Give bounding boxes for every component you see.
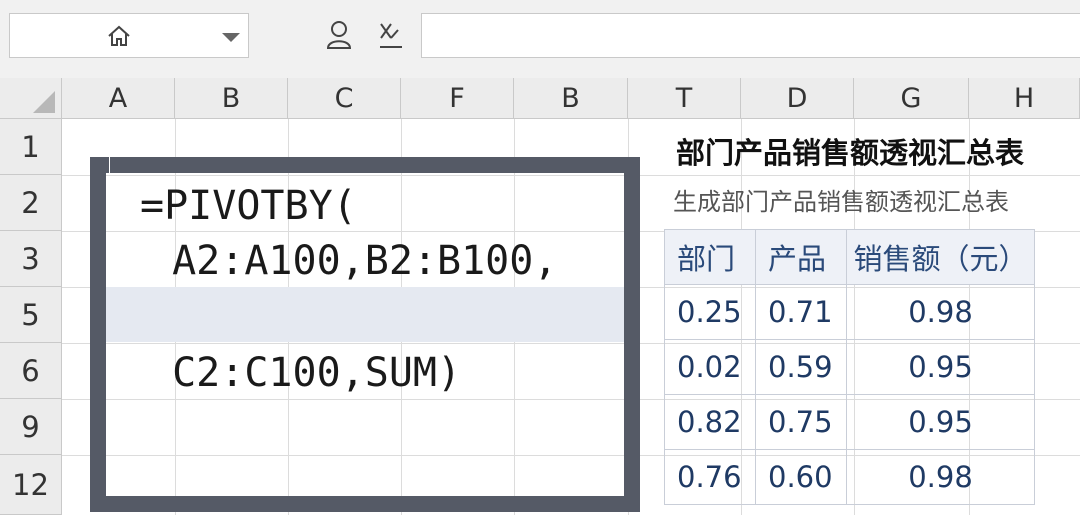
table-row: 0.82 0.75 0.95 xyxy=(664,394,1035,450)
row-header[interactable]: 5 xyxy=(0,287,62,343)
pivot-title: 部门产品销售额透视汇总表 xyxy=(676,136,1025,170)
cell[interactable]: 0.98 xyxy=(846,449,1035,505)
pivot-subtitle: 生成部门产品销售额透视汇总表 xyxy=(673,188,1009,216)
pivot-table: 部门 产品 销售额（元） 0.25 0.71 0.98 0.02 0.59 0.… xyxy=(664,229,1035,505)
row-header[interactable]: 12 xyxy=(0,455,62,515)
cell[interactable]: 0.25 xyxy=(664,284,756,340)
x-icon[interactable] xyxy=(376,20,406,50)
cell[interactable]: 0.60 xyxy=(755,449,847,505)
row-header[interactable]: 6 xyxy=(0,343,62,399)
column-header[interactable]: T xyxy=(628,78,741,119)
header-product: 产品 xyxy=(755,229,847,285)
column-header[interactable]: F xyxy=(401,78,514,119)
header-department: 部门 xyxy=(664,229,756,285)
select-all-triangle xyxy=(33,91,55,113)
column-header[interactable]: C xyxy=(288,78,401,119)
name-box[interactable] xyxy=(9,13,249,58)
cell[interactable]: 0.76 xyxy=(664,449,756,505)
formula-line-2: A2:A100,B2:B100, xyxy=(148,238,558,284)
row-header[interactable]: 2 xyxy=(0,175,62,231)
table-header-row: 部门 产品 销售额（元） xyxy=(664,229,1035,285)
user-icon[interactable] xyxy=(326,20,352,50)
cell[interactable]: 0.02 xyxy=(664,339,756,395)
cell[interactable]: 0.82 xyxy=(664,394,756,450)
column-header[interactable]: A xyxy=(62,78,175,119)
row-header[interactable]: 9 xyxy=(0,399,62,455)
cell[interactable]: 0.95 xyxy=(846,339,1035,395)
cell[interactable]: 0.59 xyxy=(755,339,847,395)
table-row: 0.76 0.60 0.98 xyxy=(664,449,1035,505)
chevron-down-icon[interactable] xyxy=(220,30,242,44)
select-all-corner[interactable] xyxy=(0,78,62,119)
cell[interactable]: 0.71 xyxy=(755,284,847,340)
cell[interactable]: 0.95 xyxy=(846,394,1035,450)
table-row: 0.02 0.59 0.95 xyxy=(664,339,1035,395)
column-header[interactable]: D xyxy=(741,78,854,119)
formula-line-3: C2:C100,SUM) xyxy=(148,350,462,396)
cell[interactable]: 0.75 xyxy=(755,394,847,450)
formula-toolbar xyxy=(0,0,1080,78)
column-header[interactable]: B xyxy=(175,78,288,119)
home-icon xyxy=(108,25,130,46)
cell[interactable]: 0.98 xyxy=(846,284,1035,340)
formula-line-1: =PIVOTBY( xyxy=(140,183,357,229)
frame-tick xyxy=(109,157,110,173)
formula-input[interactable] xyxy=(421,13,1080,58)
table-row: 0.25 0.71 0.98 xyxy=(664,284,1035,340)
column-header[interactable]: B xyxy=(514,78,628,119)
row-header[interactable]: 3 xyxy=(0,231,62,287)
row-header[interactable]: 1 xyxy=(0,119,62,175)
column-header[interactable]: H xyxy=(969,78,1080,119)
column-header[interactable]: G xyxy=(854,78,969,119)
header-sales: 销售额（元） xyxy=(846,229,1035,285)
